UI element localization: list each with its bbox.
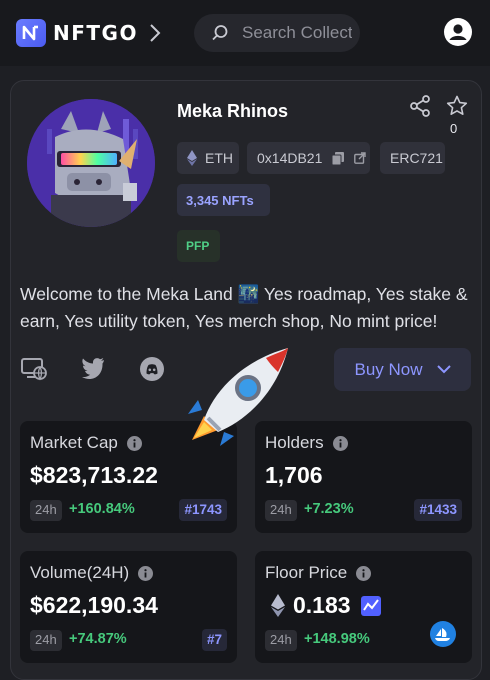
- search-icon: [212, 25, 228, 41]
- market-cap-change: +160.84%: [69, 501, 135, 517]
- info-icon[interactable]: [126, 435, 142, 451]
- floor-price-card: Floor Price 0.183 24h +148.98%: [255, 551, 472, 663]
- token-standard-tag: ERC721: [380, 142, 445, 174]
- top-navbar: NFTGO: [0, 0, 490, 66]
- volume-period: 24h: [30, 630, 62, 651]
- buy-now-label: Buy Now: [354, 359, 423, 379]
- buy-now-button[interactable]: Buy Now: [334, 348, 471, 391]
- collection-name: Meka Rhinos: [177, 101, 289, 121]
- volume-label-row: Volume(24H): [30, 563, 154, 583]
- floor-price-period: 24h: [265, 630, 297, 651]
- brand-name[interactable]: NFTGO: [53, 21, 138, 45]
- twitter-icon[interactable]: [80, 357, 105, 379]
- floor-price-label: Floor Price: [265, 563, 348, 582]
- volume-value: $622,190.34: [30, 592, 158, 618]
- market-cap-period: 24h: [30, 500, 62, 521]
- market-cap-value: $823,713.22: [30, 462, 158, 488]
- market-cap-label-row: Market Cap: [30, 433, 142, 453]
- volume-card: Volume(24H) $622,190.34 24h +74.87% #7: [20, 551, 237, 663]
- floor-price-change: +148.98%: [304, 631, 370, 647]
- opensea-icon[interactable]: [430, 621, 456, 647]
- contract-address-tag: 0x14DB21: [247, 142, 370, 174]
- floor-price-value: 0.183: [293, 592, 351, 618]
- market-cap-rank[interactable]: #1743: [179, 499, 227, 521]
- logo-icon[interactable]: [16, 19, 46, 47]
- share-icon[interactable]: [408, 94, 432, 118]
- collection-description: Welcome to the Meka Land 🌃 Yes roadmap, …: [20, 284, 468, 331]
- copy-icon[interactable]: [332, 151, 345, 165]
- user-icon[interactable]: [444, 18, 472, 46]
- star-icon[interactable]: [445, 94, 469, 118]
- chevron-down-icon: [436, 365, 451, 374]
- chain-tag: ETH: [177, 142, 239, 174]
- chart-icon[interactable]: [360, 595, 381, 616]
- contract-address: 0x14DB21: [257, 150, 323, 166]
- volume-change: +74.87%: [69, 631, 127, 647]
- chain-label: ETH: [205, 150, 233, 166]
- chevron-right-icon[interactable]: [145, 21, 165, 45]
- eth-icon: [187, 150, 197, 166]
- volume-rank[interactable]: #7: [201, 629, 227, 651]
- nft-count-tag: 3,345 NFTs: [177, 184, 270, 216]
- discord-icon[interactable]: [140, 357, 164, 381]
- info-icon[interactable]: [332, 435, 348, 451]
- holders-value: 1,706: [265, 462, 323, 488]
- holders-rank[interactable]: #1433: [414, 499, 462, 521]
- search-input[interactable]: [242, 14, 352, 52]
- collection-avatar: [27, 99, 155, 227]
- holders-change: +7.23%: [304, 501, 354, 517]
- star-count: 0: [450, 121, 458, 136]
- info-icon[interactable]: [356, 565, 372, 581]
- floor-price-row: 0.183: [271, 592, 381, 619]
- holders-period: 24h: [265, 500, 297, 521]
- market-cap-label: Market Cap: [30, 433, 118, 452]
- search-box[interactable]: [194, 14, 360, 52]
- floor-price-label-row: Floor Price: [265, 563, 372, 583]
- website-icon[interactable]: [21, 357, 47, 381]
- rocket-emoji: [188, 348, 288, 446]
- eth-icon: [271, 594, 285, 617]
- info-icon[interactable]: [138, 565, 154, 581]
- category-tag: PFP: [177, 230, 220, 262]
- external-link-icon[interactable]: [354, 152, 367, 164]
- volume-label: Volume(24H): [30, 563, 130, 582]
